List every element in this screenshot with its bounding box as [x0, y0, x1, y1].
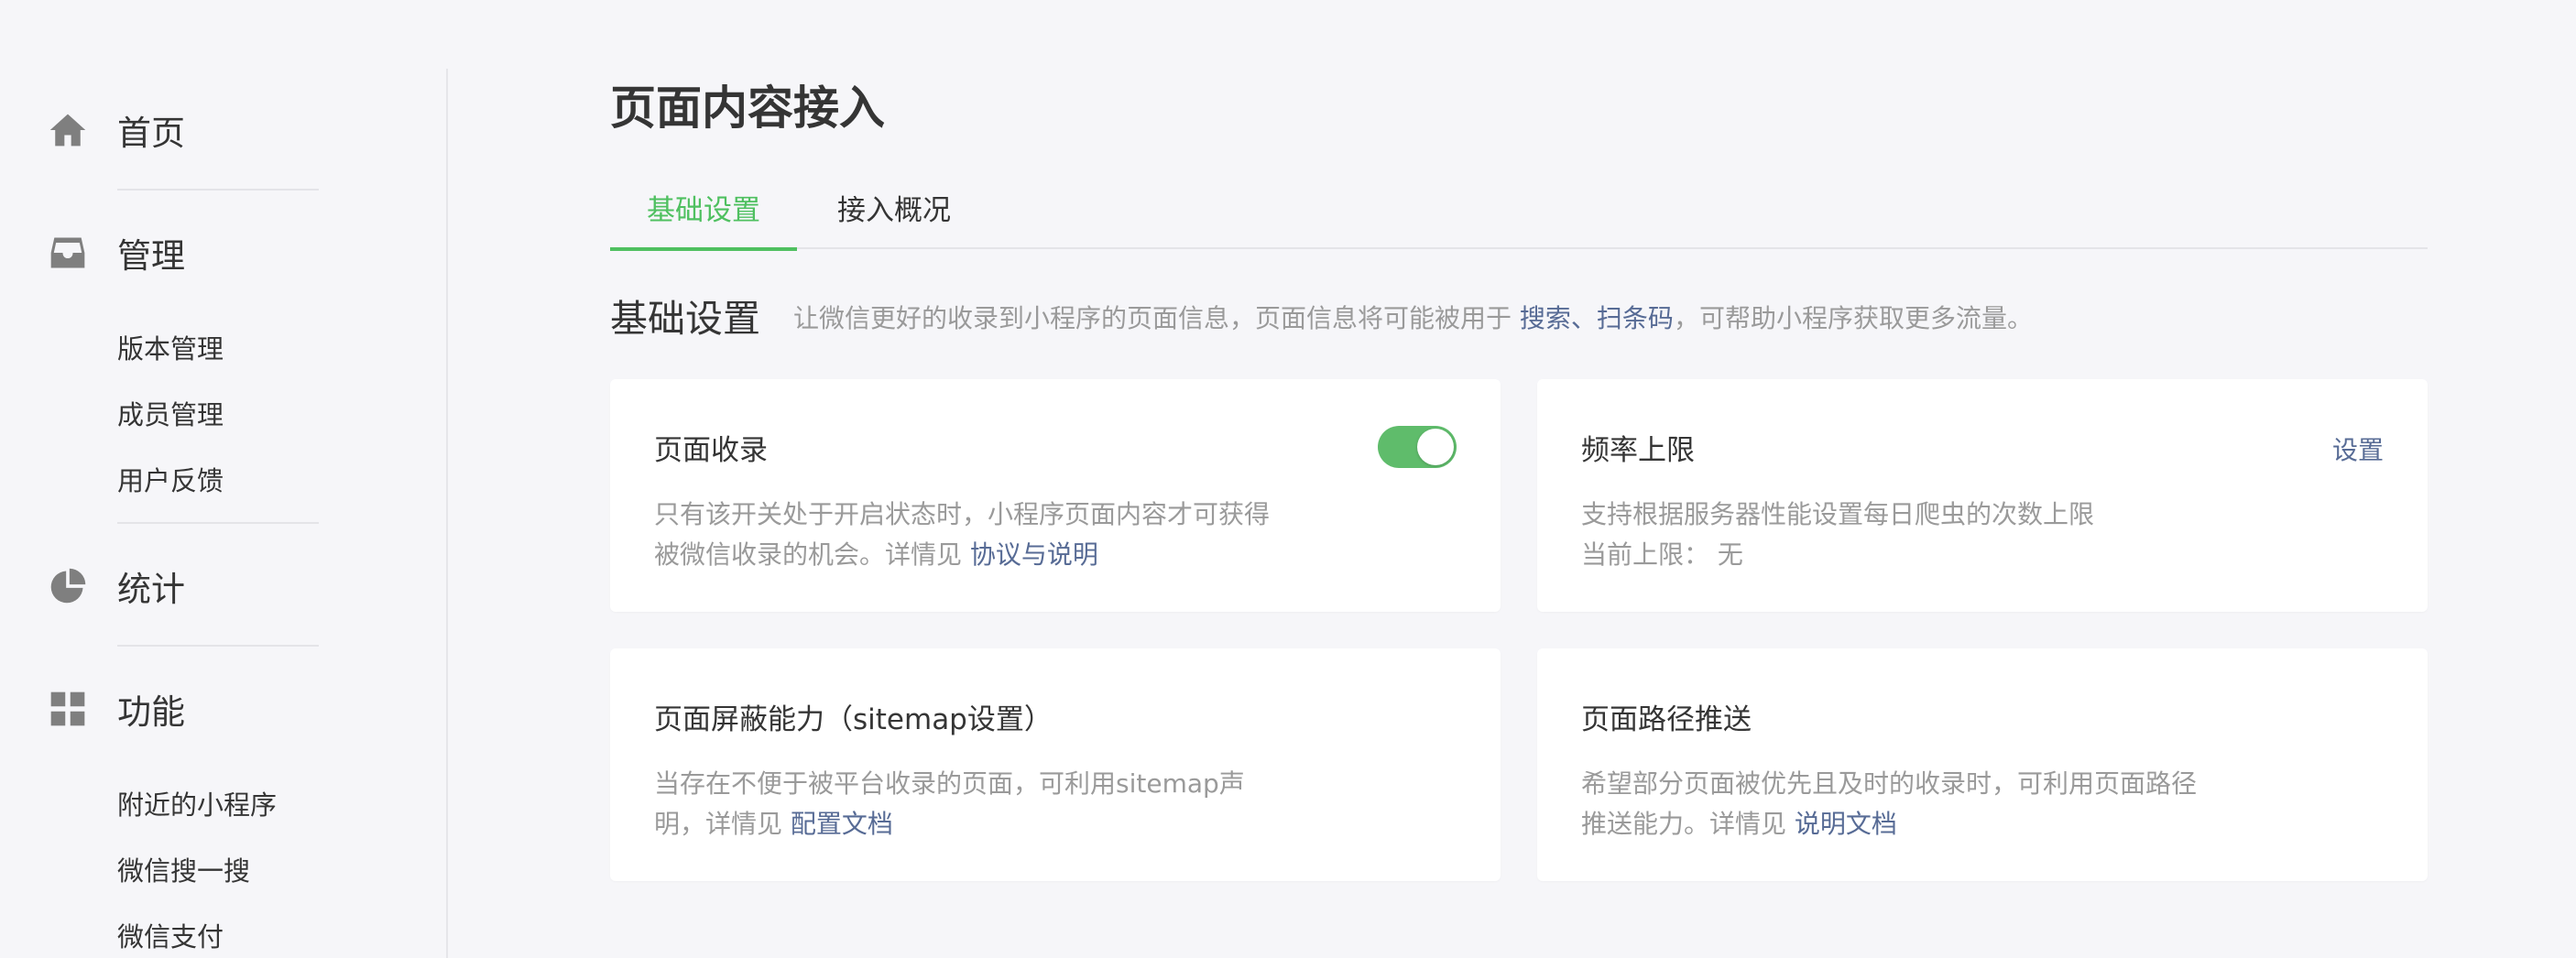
section-desc-prefix: 让微信更好的收录到小程序的页面信息，页面信息将可能被用于 [793, 303, 1512, 333]
card-title: 频率上限 [1581, 434, 1695, 467]
card-desc-text: 推送能力。详情见 [1581, 809, 1787, 839]
grid-icon [50, 691, 85, 726]
section-title: 基础设置 [610, 297, 760, 341]
card-sitemap: 页面屏蔽能力（sitemap设置） 当存在不便于被平台收录的页面，可利用site… [610, 648, 1501, 881]
sidebar-divider [117, 522, 319, 524]
sidebar-item-home[interactable]: 首页 [0, 98, 366, 162]
sidebar-item-pay[interactable]: 微信支付 [117, 916, 224, 954]
sidebar-item-features[interactable]: 功能 [0, 677, 366, 741]
card-desc-line: 希望部分页面被优先且及时的收录时，可利用页面路径 [1581, 768, 2198, 799]
card-description: 当存在不便于被平台收录的页面，可利用sitemap声 明，详情见 配置文档 [654, 764, 1295, 844]
sidebar-divider [117, 189, 319, 191]
card-title: 页面屏蔽能力（sitemap设置） [654, 703, 1053, 736]
card-desc-line: 只有该开关处于开启状态时，小程序页面内容才可获得 [654, 499, 1271, 529]
card-desc-line: 支持根据服务器性能设置每日爬虫的次数上限 [1581, 499, 2095, 529]
sidebar-item-members[interactable]: 成员管理 [117, 394, 224, 432]
card-desc-line: 明，详情见 配置文档 [654, 804, 1295, 844]
card-desc-line: 当存在不便于被平台收录的页面，可利用sitemap声 [654, 768, 1245, 799]
rate-limit-settings-link[interactable]: 设置 [2332, 430, 2384, 467]
sidebar-item-nearby[interactable]: 附近的小程序 [117, 784, 277, 822]
toggle-knob [1417, 429, 1454, 465]
page: 首页 管理 版本管理 成员管理 用户反馈 统计 功能 附近的小程序 微信搜一搜 … [0, 0, 2576, 958]
current-limit-text: 当前上限： 无 [1581, 539, 1743, 570]
card-description: 支持根据服务器性能设置每日爬虫的次数上限 当前上限： 无 [1581, 495, 2222, 575]
sidebar-item-search[interactable]: 微信搜一搜 [117, 850, 250, 888]
sidebar-item-features-label: 功能 [117, 692, 185, 732]
sidebar-item-manage-label: 管理 [117, 236, 185, 276]
inbox-icon [50, 237, 85, 268]
card-description: 希望部分页面被优先且及时的收录时，可利用页面路径 推送能力。详情见 说明文档 [1581, 764, 2222, 844]
card-page-indexing: 页面收录 只有该开关处于开启状态时，小程序页面内容才可获得 被微信收录的机会。详… [610, 379, 1501, 612]
card-path-push: 页面路径推送 希望部分页面被优先且及时的收录时，可利用页面路径 推送能力。详情见… [1537, 648, 2428, 881]
docs-link[interactable]: 说明文档 [1795, 809, 1897, 839]
tab-overview[interactable]: 接入概况 [801, 187, 988, 249]
agreement-link[interactable]: 协议与说明 [970, 539, 1098, 570]
section-desc-suffix: ，可帮助小程序获取更多流量。 [1673, 303, 2033, 333]
card-rate-limit: 频率上限 设置 支持根据服务器性能设置每日爬虫的次数上限 当前上限： 无 [1537, 379, 2428, 612]
card-title: 页面收录 [654, 434, 768, 467]
section-description: 让微信更好的收录到小程序的页面信息，页面信息将可能被用于 搜索、扫条码，可帮助小… [793, 299, 2033, 335]
home-icon [49, 114, 86, 147]
config-docs-link[interactable]: 配置文档 [791, 809, 893, 839]
sidebar: 首页 管理 版本管理 成员管理 用户反馈 统计 功能 附近的小程序 微信搜一搜 … [0, 69, 448, 958]
tab-basic-settings[interactable]: 基础设置 [610, 187, 797, 251]
card-desc-text: 明，详情见 [654, 809, 783, 839]
tab-bar: 基础设置 接入概况 [610, 174, 2428, 251]
sidebar-item-stats[interactable]: 统计 [0, 554, 366, 618]
pie-chart-icon [50, 568, 86, 604]
sidebar-item-stats-label: 统计 [117, 570, 185, 609]
sidebar-divider [117, 645, 319, 647]
card-desc-line: 推送能力。详情见 说明文档 [1581, 804, 2222, 844]
card-description: 只有该开关处于开启状态时，小程序页面内容才可获得 被微信收录的机会。详情见 协议… [654, 495, 1295, 575]
sidebar-item-home-label: 首页 [117, 114, 185, 153]
page-indexing-toggle[interactable] [1378, 426, 1457, 468]
page-title: 页面内容接入 [610, 82, 885, 135]
sidebar-item-feedback[interactable]: 用户反馈 [117, 460, 224, 498]
card-title: 页面路径推送 [1581, 703, 1752, 736]
search-scan-link[interactable]: 搜索、扫条码 [1520, 303, 1674, 333]
sidebar-item-manage[interactable]: 管理 [0, 221, 366, 285]
sidebar-item-version[interactable]: 版本管理 [117, 328, 224, 366]
card-desc-line: 被微信收录的机会。详情见 协议与说明 [654, 535, 1295, 575]
card-desc-text: 被微信收录的机会。详情见 [654, 539, 963, 570]
